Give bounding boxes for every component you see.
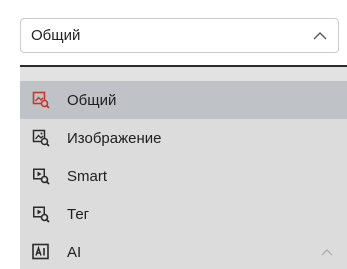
tag-video-icon: [33, 206, 50, 223]
option-label: Тег: [67, 205, 90, 223]
option-general[interactable]: Общий: [20, 81, 347, 119]
image-search-icon: [32, 129, 50, 147]
type-select[interactable]: Общий: [20, 18, 339, 53]
smart-video-icon: [33, 168, 50, 185]
select-value: Общий: [31, 27, 81, 44]
chevron-up-icon[interactable]: [313, 31, 327, 41]
page: Общий Общий Изображение Smart Тег AI: [0, 0, 347, 269]
option-label: AI: [67, 243, 82, 261]
option-image[interactable]: Изображение: [20, 119, 347, 157]
general-image-icon: [32, 91, 50, 109]
dropdown-list: Общий Изображение Smart Тег AI: [20, 65, 347, 269]
scroll-up-icon[interactable]: [321, 248, 333, 256]
dropdown-top-strip: [20, 67, 347, 81]
ai-icon: [32, 243, 49, 260]
option-smart[interactable]: Smart: [20, 157, 347, 195]
option-tag[interactable]: Тег: [20, 195, 347, 233]
option-label: Smart: [67, 167, 108, 185]
option-label: Изображение: [67, 129, 162, 147]
option-label: Общий: [67, 91, 117, 109]
option-ai[interactable]: AI: [20, 233, 347, 269]
